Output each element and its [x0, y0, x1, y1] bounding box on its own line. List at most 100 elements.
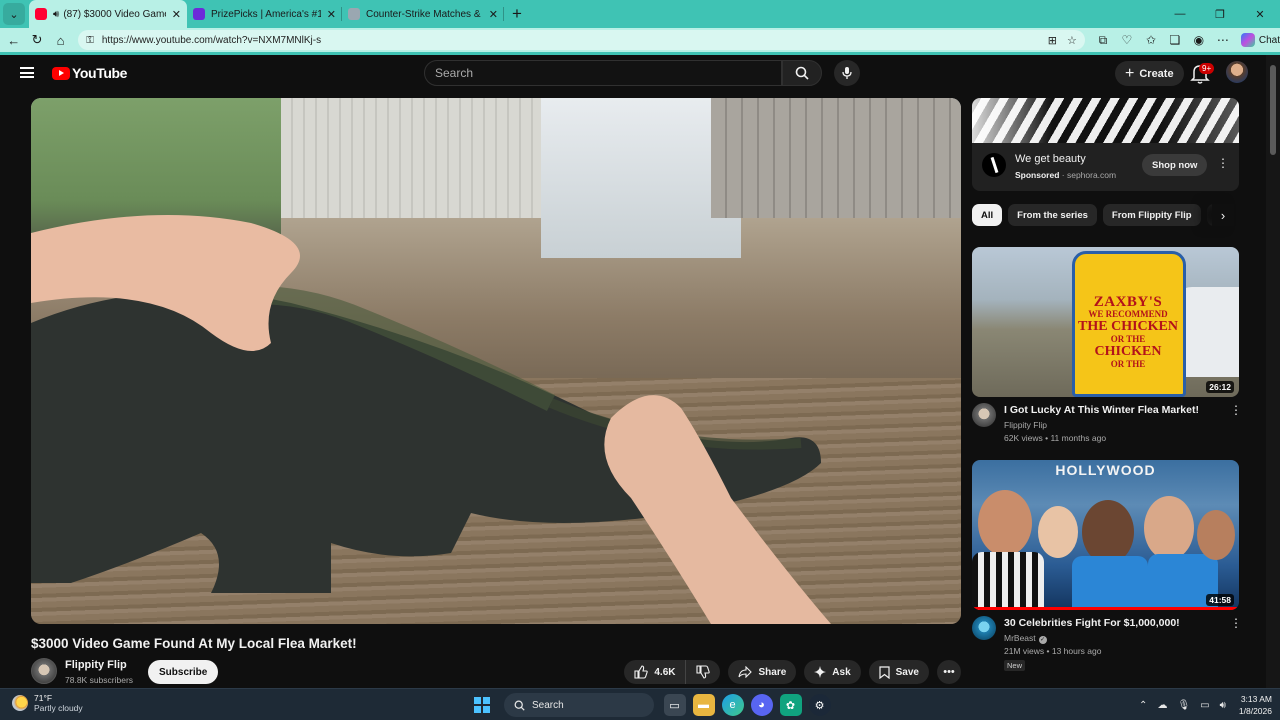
dislike-button[interactable]: [686, 660, 720, 684]
create-button[interactable]: + Create: [1115, 61, 1184, 86]
scrollbar-thumb[interactable]: [1270, 65, 1276, 155]
back-arrow-icon[interactable]: ←: [2, 33, 25, 48]
video-menu-icon[interactable]: ⋮: [1230, 616, 1242, 630]
favorite-star-icon[interactable]: ☆: [1067, 34, 1077, 47]
like-button[interactable]: 4.6K: [624, 660, 687, 684]
address-bar[interactable]: ⚿ https://www.youtube.com/watch?v=NXM7MN…: [78, 30, 1085, 50]
reload-icon[interactable]: ↻: [25, 32, 48, 48]
edge-browser-icon[interactable]: e: [721, 694, 744, 716]
tab-actions-menu[interactable]: ⌄: [3, 3, 25, 25]
app-available-icon[interactable]: ⊞: [1048, 34, 1057, 47]
discord-icon[interactable]: ◕: [750, 694, 773, 716]
search-icon: [795, 66, 809, 80]
youtube-logo[interactable]: YouTube: [52, 65, 127, 81]
chips-next-arrow-icon[interactable]: ›: [1212, 204, 1234, 226]
show-hidden-icons-chevron-icon[interactable]: ⌃: [1139, 700, 1147, 711]
thumbs-down-icon: [696, 665, 711, 679]
browser-essentials-icon[interactable]: ♡: [1115, 33, 1139, 47]
thumbnail-sign-text: ZAXBY'S WE RECOMMEND THE CHICKEN OR THE …: [1078, 295, 1178, 370]
recommended-video-title[interactable]: I Got Lucky At This Winter Flea Market!: [1004, 404, 1224, 416]
steam-icon[interactable]: ⚙︎: [808, 694, 831, 716]
browser-tab-youtube[interactable]: 🔊︎ (87) $3000 Video Game Foun ✕: [29, 0, 187, 28]
home-icon[interactable]: ⌂: [49, 33, 72, 48]
channel-avatar[interactable]: [972, 616, 996, 640]
file-explorer-icon[interactable]: ▬: [692, 694, 715, 716]
video-scene-wall: [281, 98, 541, 218]
minimize-icon[interactable]: —: [1160, 8, 1200, 20]
guide-menu-icon[interactable]: [20, 67, 34, 78]
site-info-icon[interactable]: ⚿: [86, 35, 94, 46]
video-thumbnail[interactable]: ZAXBY'S WE RECOMMEND THE CHICKEN OR THE …: [972, 247, 1239, 397]
page-scrollbar[interactable]: [1266, 55, 1280, 691]
more-actions-icon[interactable]: •••: [937, 660, 961, 684]
voice-search-button[interactable]: [834, 60, 860, 86]
ask-button[interactable]: Ask: [804, 660, 861, 684]
display-icon[interactable]: ▭: [1200, 700, 1209, 711]
close-window-icon[interactable]: ✕: [1240, 8, 1280, 21]
thumbnail-person: [1082, 500, 1134, 564]
extensions-icon[interactable]: ⧉: [1091, 33, 1115, 48]
search-input[interactable]: Search: [424, 60, 782, 86]
recommended-channel-name[interactable]: Flippity Flip: [1004, 420, 1047, 430]
taskbar-clock[interactable]: 3:13 AM 1/8/2026: [1239, 693, 1272, 717]
account-avatar[interactable]: [1226, 61, 1248, 83]
favorites-icon[interactable]: ✩: [1139, 33, 1163, 47]
subscribe-button[interactable]: Subscribe: [148, 660, 219, 684]
shop-now-button[interactable]: Shop now: [1142, 154, 1208, 176]
channel-avatar[interactable]: [972, 403, 996, 427]
restore-icon[interactable]: ❐: [1200, 8, 1240, 21]
channel-name[interactable]: Flippity Flip: [65, 659, 127, 671]
chip-from-flippity-flip[interactable]: From Flippity Flip: [1102, 204, 1201, 226]
recommended-video[interactable]: ZAXBY'S WE RECOMMEND THE CHICKEN OR THE …: [972, 247, 1242, 457]
microphone-icon[interactable]: 🎙︎: [1177, 700, 1190, 711]
recommended-channel-name[interactable]: MrBeast ✓: [1004, 633, 1047, 644]
sign-line: THE CHICKEN: [1078, 319, 1178, 334]
chip-all[interactable]: All: [972, 204, 1003, 226]
tab-close-icon[interactable]: ✕: [489, 8, 498, 21]
video-player[interactable]: [31, 98, 961, 624]
volume-icon[interactable]: 🔊︎: [1220, 700, 1226, 711]
collections-icon[interactable]: ❏: [1163, 33, 1187, 47]
thumbnail-person: [1038, 506, 1078, 558]
ad-domain: sephora.com: [1066, 170, 1117, 180]
thumbnail-person: [978, 490, 1032, 556]
video-title: $3000 Video Game Found At My Local Flea …: [31, 636, 357, 651]
new-tab-button[interactable]: +: [504, 4, 530, 24]
taskbar-search[interactable]: Search: [504, 693, 654, 717]
copilot-chat-button[interactable]: Chat: [1240, 33, 1280, 47]
video-thumbnail[interactable]: HOLLYWOOD 41:58: [972, 460, 1239, 610]
channel-avatar[interactable]: [31, 658, 57, 684]
search-button[interactable]: [782, 60, 822, 86]
browser-tab-counterstrike[interactable]: Counter-Strike Matches & livesco ✕: [342, 0, 504, 28]
windows-start-icon[interactable]: [474, 697, 490, 713]
share-label: Share: [758, 666, 787, 678]
plus-icon: +: [1125, 64, 1135, 82]
save-button[interactable]: Save: [868, 660, 929, 684]
recommended-video[interactable]: HOLLYWOOD 41:58 30 Celebrities Fight For…: [972, 460, 1242, 675]
onedrive-cloud-icon[interactable]: ☁: [1157, 700, 1167, 711]
ad-menu-icon[interactable]: ⋮: [1217, 156, 1229, 170]
chatgpt-app-icon[interactable]: ✿: [779, 694, 802, 716]
sponsored-ad-card[interactable]: We get beauty Sponsored · sephora.com Sh…: [972, 98, 1239, 191]
url-text[interactable]: https://www.youtube.com/watch?v=NXM7MNlK…: [102, 35, 1038, 46]
browser-toolbar: ← ↻ ⌂ ⚿ https://www.youtube.com/watch?v=…: [0, 28, 1280, 52]
new-badge: New: [1004, 660, 1026, 671]
taskbar-apps: Search ▭ ▬ e ◕ ✿ ⚙︎: [466, 692, 834, 718]
weather-widget[interactable]: 71°F Partly cloudy: [12, 693, 83, 713]
task-view-icon[interactable]: ▭: [663, 694, 686, 716]
profile-icon[interactable]: ◉: [1187, 33, 1211, 47]
audio-icon[interactable]: 🔊︎: [53, 9, 59, 20]
prizepicks-favicon-icon: [193, 8, 205, 20]
share-button[interactable]: Share: [728, 660, 797, 684]
clock-time: 3:13 AM: [1240, 694, 1272, 704]
video-menu-icon[interactable]: ⋮: [1230, 403, 1242, 417]
ad-meta: Sponsored · sephora.com: [1015, 170, 1117, 180]
tab-separator: [503, 7, 504, 21]
recommended-video-title[interactable]: 30 Celebrities Fight For $1,000,000!: [1004, 617, 1224, 629]
more-options-icon[interactable]: ⋯: [1211, 33, 1235, 47]
tab-close-icon[interactable]: ✕: [172, 8, 181, 21]
chip-from-the-series[interactable]: From the series: [1008, 204, 1097, 226]
tab-close-icon[interactable]: ✕: [327, 8, 336, 21]
browser-tab-prizepicks[interactable]: PrizePicks | America's #1 Fantasy S ✕: [187, 0, 342, 28]
toolbar-icons: ⧉ ♡ ✩ ❏ ◉ ⋯: [1091, 33, 1235, 48]
